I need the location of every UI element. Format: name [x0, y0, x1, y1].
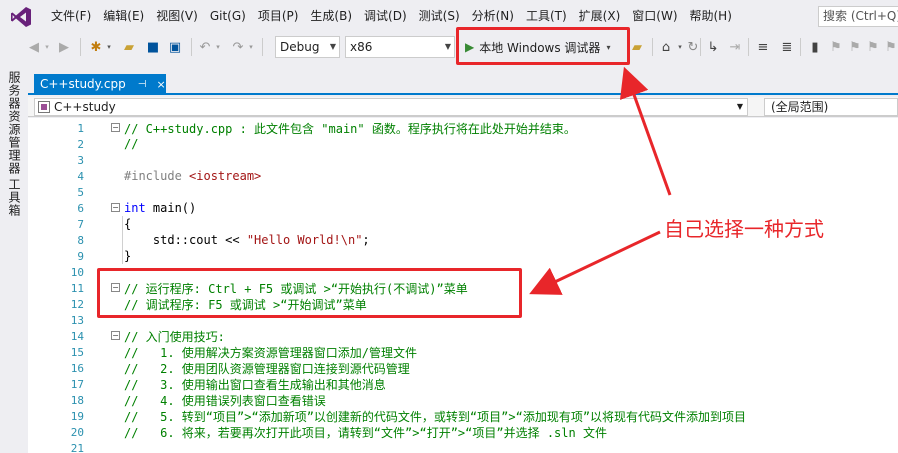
arrow-to-debugger: [619, 66, 672, 196]
vs-window: 文件(F) 编辑(E) 视图(V) Git(G) 项目(P) 生成(B) 调试(D) 测试(S…: [0, 0, 898, 453]
annotation-text: 自己选择一种方式: [664, 217, 824, 241]
arrow-to-instructions: [529, 230, 661, 295]
